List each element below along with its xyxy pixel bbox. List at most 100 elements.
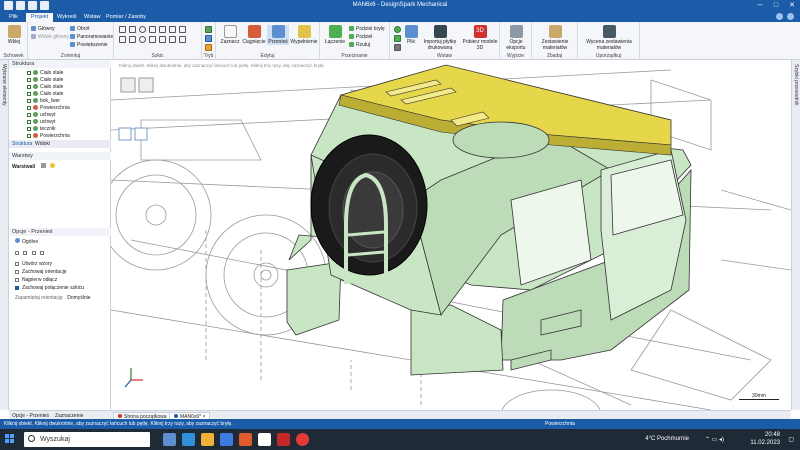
rectangle-tool-icon[interactable] [129, 26, 136, 33]
taskbar-search[interactable]: Wyszukaj [24, 432, 150, 447]
split-button[interactable]: Podziel [349, 34, 372, 40]
mirror-tool-icon[interactable] [159, 36, 166, 43]
option-keep-sketch-connectivity[interactable]: Zachowaj połączenie szkicu [15, 285, 84, 291]
help-icon[interactable] [776, 13, 783, 20]
option-create-patterns[interactable]: Utwórz wzory [15, 261, 52, 267]
app-icon-red[interactable] [277, 433, 290, 446]
ruler-icon[interactable] [15, 251, 19, 255]
left-side-tab[interactable]: Wybrane elementy [0, 60, 9, 410]
import-pcb-button[interactable]: Importuj płytkę drukowaną [419, 25, 461, 51]
select-button[interactable]: Zaznacz [219, 25, 241, 45]
office-icon[interactable] [239, 433, 252, 446]
option-detach-first[interactable]: Najpierw odłącz [15, 277, 57, 283]
3d-viewport[interactable]: Kliknij obiekt. Kliknij dwukrotnie, aby … [111, 60, 791, 410]
ellipse-tool-icon[interactable] [129, 36, 136, 43]
bend-tool-icon[interactable] [169, 36, 176, 43]
arc-tool-icon[interactable] [159, 26, 166, 33]
menu-file[interactable]: Plik [4, 13, 23, 22]
minimize-button[interactable]: ─ [752, 0, 768, 12]
point-tool-icon[interactable] [139, 36, 146, 43]
cylinder-icon[interactable] [394, 35, 401, 42]
tree-item[interactable]: bok_lwer [27, 98, 60, 104]
clock-time[interactable]: 20:48 [765, 432, 780, 438]
sphere-icon[interactable] [394, 26, 401, 33]
tree-item[interactable]: Ciało stałe [27, 84, 63, 90]
model-canvas[interactable] [111, 60, 791, 410]
move-overlay-icon[interactable] [138, 77, 154, 93]
layer-color-swatch[interactable] [40, 163, 46, 168]
menu-draw[interactable]: Wykreśl [52, 13, 82, 22]
checkbox-checked[interactable] [15, 286, 19, 290]
circle-tool-icon[interactable] [139, 26, 146, 33]
tree-item[interactable]: Ciało stałe [27, 70, 63, 76]
close-button[interactable]: ✕ [784, 0, 800, 12]
tab-views[interactable]: Widoki [35, 141, 50, 147]
right-side-tab[interactable]: Szybki przewodnik [791, 60, 800, 410]
quote-bom-button[interactable]: Wycena zestawienia materiałów [581, 25, 637, 51]
tree-item[interactable]: uchwyt [27, 119, 56, 125]
view-overlay-icon[interactable] [118, 127, 132, 141]
bom-button[interactable]: Zestawienie materiałów [535, 25, 575, 51]
paste-button[interactable]: Wklej [4, 25, 24, 45]
mail-icon[interactable] [220, 433, 233, 446]
sketch-mode-icon[interactable] [205, 26, 212, 33]
path-icon[interactable] [40, 251, 45, 255]
lightbulb-icon[interactable] [49, 163, 55, 168]
polygon-tool-icon[interactable] [149, 26, 156, 33]
plane-icon[interactable] [394, 44, 401, 51]
clock-date[interactable]: 11.02.2023 [750, 440, 780, 446]
settings-icon[interactable] [787, 13, 794, 20]
split-body-button[interactable]: Podziel bryłę [349, 26, 385, 32]
menu-measure[interactable]: Pomiar / Zasoby [101, 13, 151, 22]
section-overlay-icon[interactable] [134, 127, 148, 141]
line-tool-icon[interactable] [119, 26, 126, 33]
tree-item[interactable]: Ciało stałe [27, 77, 63, 83]
offset-tool-icon[interactable] [119, 36, 126, 43]
view-button[interactable]: Widok główny [31, 34, 69, 40]
tray-icons[interactable]: ⌃ ▭ ◂) [705, 436, 724, 443]
checkbox[interactable] [15, 278, 19, 282]
fill-button[interactable]: Wypełnienie [290, 25, 318, 45]
task-view-icon[interactable] [163, 433, 176, 446]
menu-project[interactable]: Projekt [26, 13, 54, 22]
axis-icon[interactable] [31, 251, 36, 255]
tree-item[interactable]: Powierzchnia [27, 105, 70, 111]
3d-mode-icon[interactable] [205, 44, 212, 51]
tree-item[interactable]: Ciało stałe [27, 91, 63, 97]
notification-icon[interactable]: ▢ [788, 436, 794, 443]
checkbox[interactable] [15, 262, 19, 266]
zoom-button[interactable]: Powiększenie [70, 42, 108, 48]
combine-button[interactable]: Łączenie [323, 25, 347, 45]
orbit-button[interactable]: Obrót [70, 26, 90, 32]
pull-button[interactable]: Ciągnięcie [242, 25, 266, 45]
tree-item[interactable]: uchwyt [27, 112, 56, 118]
select-overlay-icon[interactable] [120, 77, 136, 93]
weather-widget[interactable]: 4°C Pochmurnie [645, 436, 689, 442]
maximize-button[interactable]: □ [768, 0, 784, 12]
edge-icon[interactable] [182, 433, 195, 446]
file-explorer-icon[interactable] [201, 433, 214, 446]
tree-item[interactable]: tecznik [27, 126, 56, 132]
layer-row[interactable]: Warstwa0 [12, 163, 55, 170]
trim-tool-icon[interactable] [179, 26, 186, 33]
designspark-icon[interactable] [258, 433, 271, 446]
windows-start-icon[interactable] [5, 434, 15, 444]
roof-hatch[interactable] [452, 121, 550, 159]
checkbox[interactable] [15, 270, 19, 274]
orientation-dropdown[interactable]: Domyślnie [67, 295, 90, 301]
move-button[interactable]: Przenieś [267, 25, 289, 45]
file-button[interactable]: Plik [404, 25, 418, 45]
tree-item[interactable]: Powierzchnia [27, 133, 70, 139]
fillet-tool-icon[interactable] [149, 36, 156, 43]
tab-structure[interactable]: Struktura [12, 141, 32, 147]
option-keep-orientation[interactable]: Zachowaj orientację [15, 269, 66, 275]
pan-button[interactable]: Panoramowanie [70, 34, 113, 40]
project-button[interactable]: Rzutuj [349, 42, 370, 48]
orientation-row[interactable]: Zapamiętaj orientację Domyślnie [15, 295, 91, 301]
anchor-icon[interactable] [23, 251, 28, 255]
export-options-button[interactable]: Opcje eksportu [503, 25, 529, 51]
spline-tool-icon[interactable] [169, 26, 176, 33]
section-mode-icon[interactable] [205, 35, 212, 42]
chrome-icon[interactable] [296, 433, 309, 446]
download-3d-button[interactable]: 3D Pobierz modele 3D [462, 25, 498, 51]
